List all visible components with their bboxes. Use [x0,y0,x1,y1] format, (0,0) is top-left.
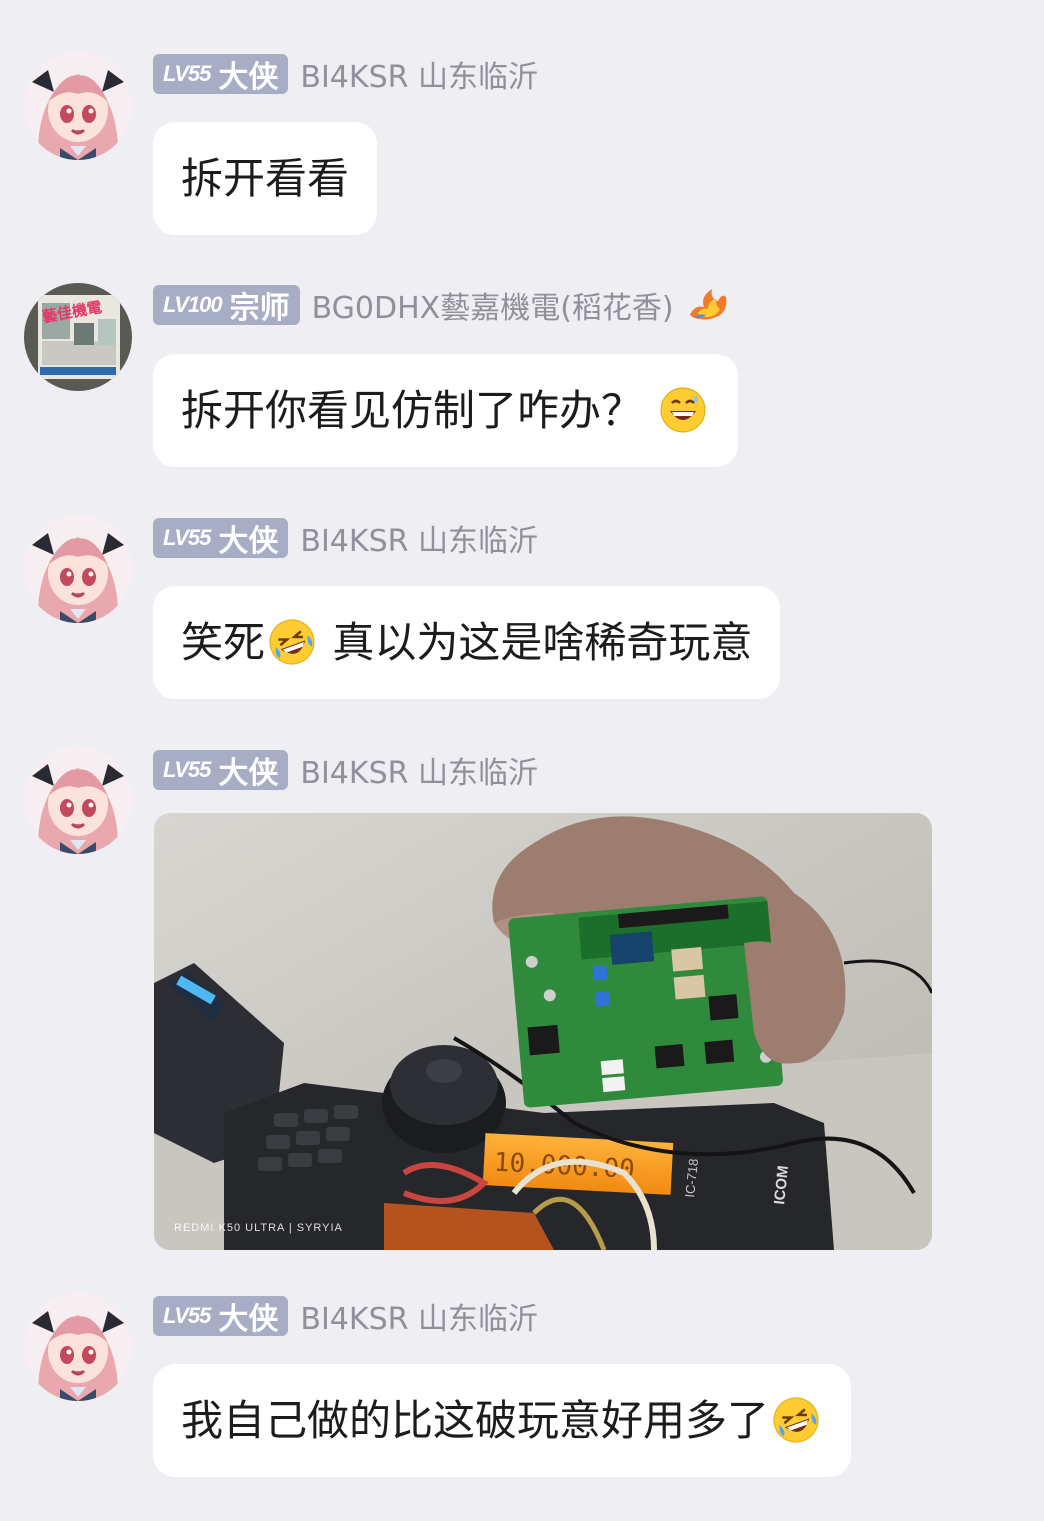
level-badge: LV100 宗师 [153,285,300,326]
message-bubble[interactable]: 笑死 真以为这是啥稀奇玩意 [153,586,781,699]
level-badge: LV55 大侠 [153,750,289,791]
sender-name[interactable]: BI4KSR 山东临沂 [300,748,538,792]
message-text-after: 真以为这是啥稀奇玩意 [319,618,753,667]
message-bubble[interactable]: 拆开你看见仿制了咋办？ [153,354,739,467]
avatar-anime-girl[interactable] [24,52,132,160]
rolling-laughing-emoji [269,619,315,665]
message-header: LV55 大侠 BI4KSR 山东临沂 [153,748,538,792]
chat-thread: LV55 大侠 BI4KSR 山东临沂 拆开看看 藝佳機電 LV100 宗师 B… [0,0,1044,1521]
sender-name[interactable]: BG0DHX藝嘉機電(稻花香) [312,283,674,327]
message-text: 拆开你看见仿制了咋办？ [181,386,644,435]
sender-name[interactable]: BI4KSR 山东临沂 [300,1294,538,1338]
rank-title: 大侠 [218,524,279,559]
fire-icon [686,283,730,327]
avatar-anime-girl[interactable] [24,746,132,854]
level-label: LV55 [163,61,211,86]
avatar-shop-sign[interactable]: 藝佳機電 [24,283,132,391]
avatar-anime-girl[interactable] [24,515,132,623]
rank-title: 大侠 [218,756,279,791]
rank-title: 大侠 [218,1302,279,1337]
message-bubble[interactable]: 我自己做的比这破玩意好用多了 [153,1364,852,1477]
level-label: LV55 [163,757,211,782]
level-badge: LV55 大侠 [153,518,289,559]
message-text-before: 笑死 [181,618,266,667]
message-text: 拆开看看 [181,154,350,203]
level-label: LV55 [163,1303,211,1328]
rank-title: 宗师 [229,291,290,326]
level-label: LV100 [163,292,223,317]
photo-message[interactable]: 10.000.00 IC-718 ICOM REDMI K50 ULTRA | … [154,813,932,1250]
level-label: LV55 [163,525,211,550]
message-text: 我自己做的比这破玩意好用多了 [181,1396,770,1445]
message-bubble[interactable]: 拆开看看 [153,122,378,235]
avatar-anime-girl[interactable] [24,1293,132,1401]
sender-name[interactable]: BI4KSR 山东临沂 [300,516,538,560]
message-header: LV55 大侠 BI4KSR 山东临沂 [153,516,538,560]
message-header: LV55 大侠 BI4KSR 山东临沂 [153,52,538,96]
level-badge: LV55 大侠 [153,54,289,95]
message-header: LV100 宗师 BG0DHX藝嘉機電(稻花香) [153,283,730,327]
sender-name[interactable]: BI4KSR 山东临沂 [300,52,538,96]
rolling-laughing-emoji [773,1397,819,1443]
message-header: LV55 大侠 BI4KSR 山东临沂 [153,1294,538,1338]
grinning-sweat-emoji [660,387,706,433]
level-badge: LV55 大侠 [153,1296,289,1337]
photo-watermark: REDMI K50 ULTRA | SYRYIA [174,1222,343,1234]
rank-title: 大侠 [218,60,279,95]
